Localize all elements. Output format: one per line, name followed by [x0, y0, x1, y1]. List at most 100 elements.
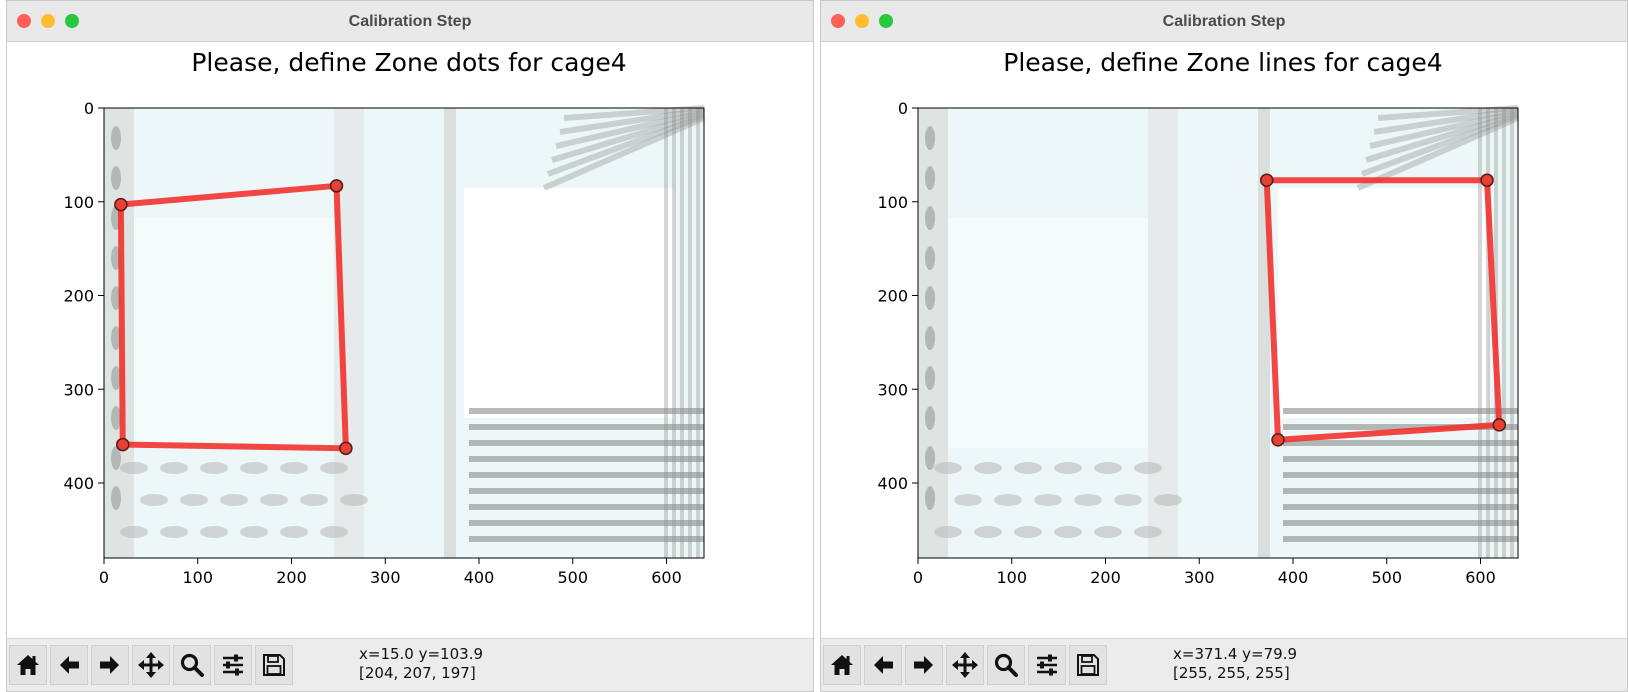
save-button[interactable] [1069, 645, 1107, 685]
forward-arrow-icon [914, 656, 933, 674]
plot-title: Please, define Zone lines for cage4 [1003, 48, 1442, 77]
x-axis: 0 100 200 300 400 500 600 [99, 558, 682, 587]
image-region [1283, 440, 1518, 446]
pan-button[interactable] [946, 645, 984, 685]
image-region [1283, 536, 1518, 542]
y-tick-label: 400 [63, 474, 94, 493]
configure-subplots-icon [223, 654, 243, 676]
window-titlebar[interactable]: Calibration Step [7, 1, 813, 42]
axes[interactable]: 0 100 200 300 400 500 600 0 100 200 300 400 [877, 99, 1520, 587]
y-tick-label: 100 [63, 193, 94, 212]
forward-button[interactable] [905, 645, 943, 685]
image-spot [111, 166, 121, 190]
x-tick-label: 200 [1090, 568, 1121, 587]
image-spot [1054, 526, 1082, 538]
image-spot [240, 526, 268, 538]
zone-vertex[interactable] [329, 179, 344, 193]
zone-vertex[interactable] [1492, 418, 1506, 432]
zone-vertex[interactable] [1260, 173, 1274, 187]
pan-move-icon [138, 652, 164, 678]
configure-subplots-button[interactable] [214, 645, 252, 685]
image-spot [1154, 494, 1182, 506]
axes[interactable]: 0 100 200 300 400 500 600 0 100 200 300 400 [63, 99, 706, 587]
x-tick-label: 400 [1278, 568, 1309, 587]
pan-button[interactable] [132, 645, 170, 685]
image-region [1148, 108, 1178, 558]
image-spot [925, 406, 935, 430]
y-tick-label: 200 [877, 287, 908, 306]
home-icon [17, 655, 39, 675]
image-spot [111, 126, 121, 150]
y-tick-label: 200 [63, 287, 94, 306]
image-spot [925, 486, 935, 510]
back-button[interactable] [50, 645, 88, 685]
pixel-value: [204, 207, 197] [359, 664, 476, 682]
image-spot [934, 462, 962, 474]
back-button[interactable] [864, 645, 902, 685]
zone-vertex[interactable] [116, 437, 130, 452]
zoom-button[interactable] [173, 645, 211, 685]
zone-vertex[interactable] [1271, 433, 1285, 447]
save-button[interactable] [255, 645, 293, 685]
image-region [696, 108, 700, 558]
image-spot [300, 494, 328, 506]
figure-canvas[interactable]: Please, define Zone lines for cage4 0 100… [821, 42, 1627, 642]
zoom-magnifier-icon [180, 653, 204, 677]
home-button[interactable] [9, 645, 47, 685]
configure-subplots-button[interactable] [1028, 645, 1066, 685]
image-region [1478, 108, 1482, 558]
configure-subplots-icon [1037, 654, 1057, 676]
plot-svg[interactable]: Please, define Zone lines for cage4 0 100… [821, 42, 1627, 642]
home-button[interactable] [823, 645, 861, 685]
home-icon [831, 655, 853, 675]
plot-svg[interactable]: Please, define Zone dots for cage4 0 100 2… [7, 42, 813, 642]
y-axis: 0 100 200 300 400 [63, 99, 104, 493]
image-spot [1014, 526, 1042, 538]
zone-vertex[interactable] [339, 441, 353, 456]
zone-vertex[interactable] [114, 197, 128, 212]
window-title: Calibration Step [1162, 13, 1286, 30]
image-region [688, 108, 692, 558]
image-spot [160, 462, 188, 474]
image-spot [320, 462, 348, 474]
window-titlebar[interactable]: Calibration Step [821, 1, 1627, 42]
cursor-coordinates: x=15.0 y=103.9 [359, 645, 483, 663]
x-tick-label: 0 [913, 568, 923, 587]
image-region [134, 218, 334, 448]
figure-canvas[interactable]: Please, define Zone dots for cage4 0 100 2… [7, 42, 813, 642]
image-region [469, 536, 704, 542]
image-region [1502, 108, 1506, 558]
window-title: Calibration Step [348, 13, 472, 30]
image-spot [925, 246, 935, 270]
x-tick-label: 400 [464, 568, 495, 587]
x-tick-label: 100 [182, 568, 213, 587]
y-tick-label: 0 [84, 99, 94, 118]
image-region [469, 504, 704, 510]
image-region [948, 218, 1148, 448]
image-spot [1054, 462, 1082, 474]
image-spot [925, 286, 935, 310]
image-region [1283, 504, 1518, 510]
image-spot [120, 462, 148, 474]
image-spot [925, 166, 935, 190]
y-tick-label: 300 [63, 380, 94, 399]
forward-button[interactable] [91, 645, 129, 685]
x-tick-label: 0 [99, 568, 109, 587]
image-spot [1094, 526, 1122, 538]
navigation-toolbar: x=371.4 y=79.9 [255, 255, 255] [821, 638, 1627, 691]
y-axis: 0 100 200 300 400 [877, 99, 918, 493]
image-region [1283, 472, 1518, 478]
image-spot [111, 486, 121, 510]
y-tick-label: 100 [877, 193, 908, 212]
zone-vertex[interactable] [1480, 173, 1494, 187]
image-region [680, 108, 684, 558]
image-region [469, 440, 704, 446]
y-tick-label: 400 [877, 474, 908, 493]
zoom-button[interactable] [987, 645, 1025, 685]
image-spot [934, 526, 962, 538]
image-spot [320, 526, 348, 538]
y-tick-label: 300 [877, 380, 908, 399]
image-region [469, 488, 704, 494]
image-spot [925, 446, 935, 470]
image-spot [925, 126, 935, 150]
